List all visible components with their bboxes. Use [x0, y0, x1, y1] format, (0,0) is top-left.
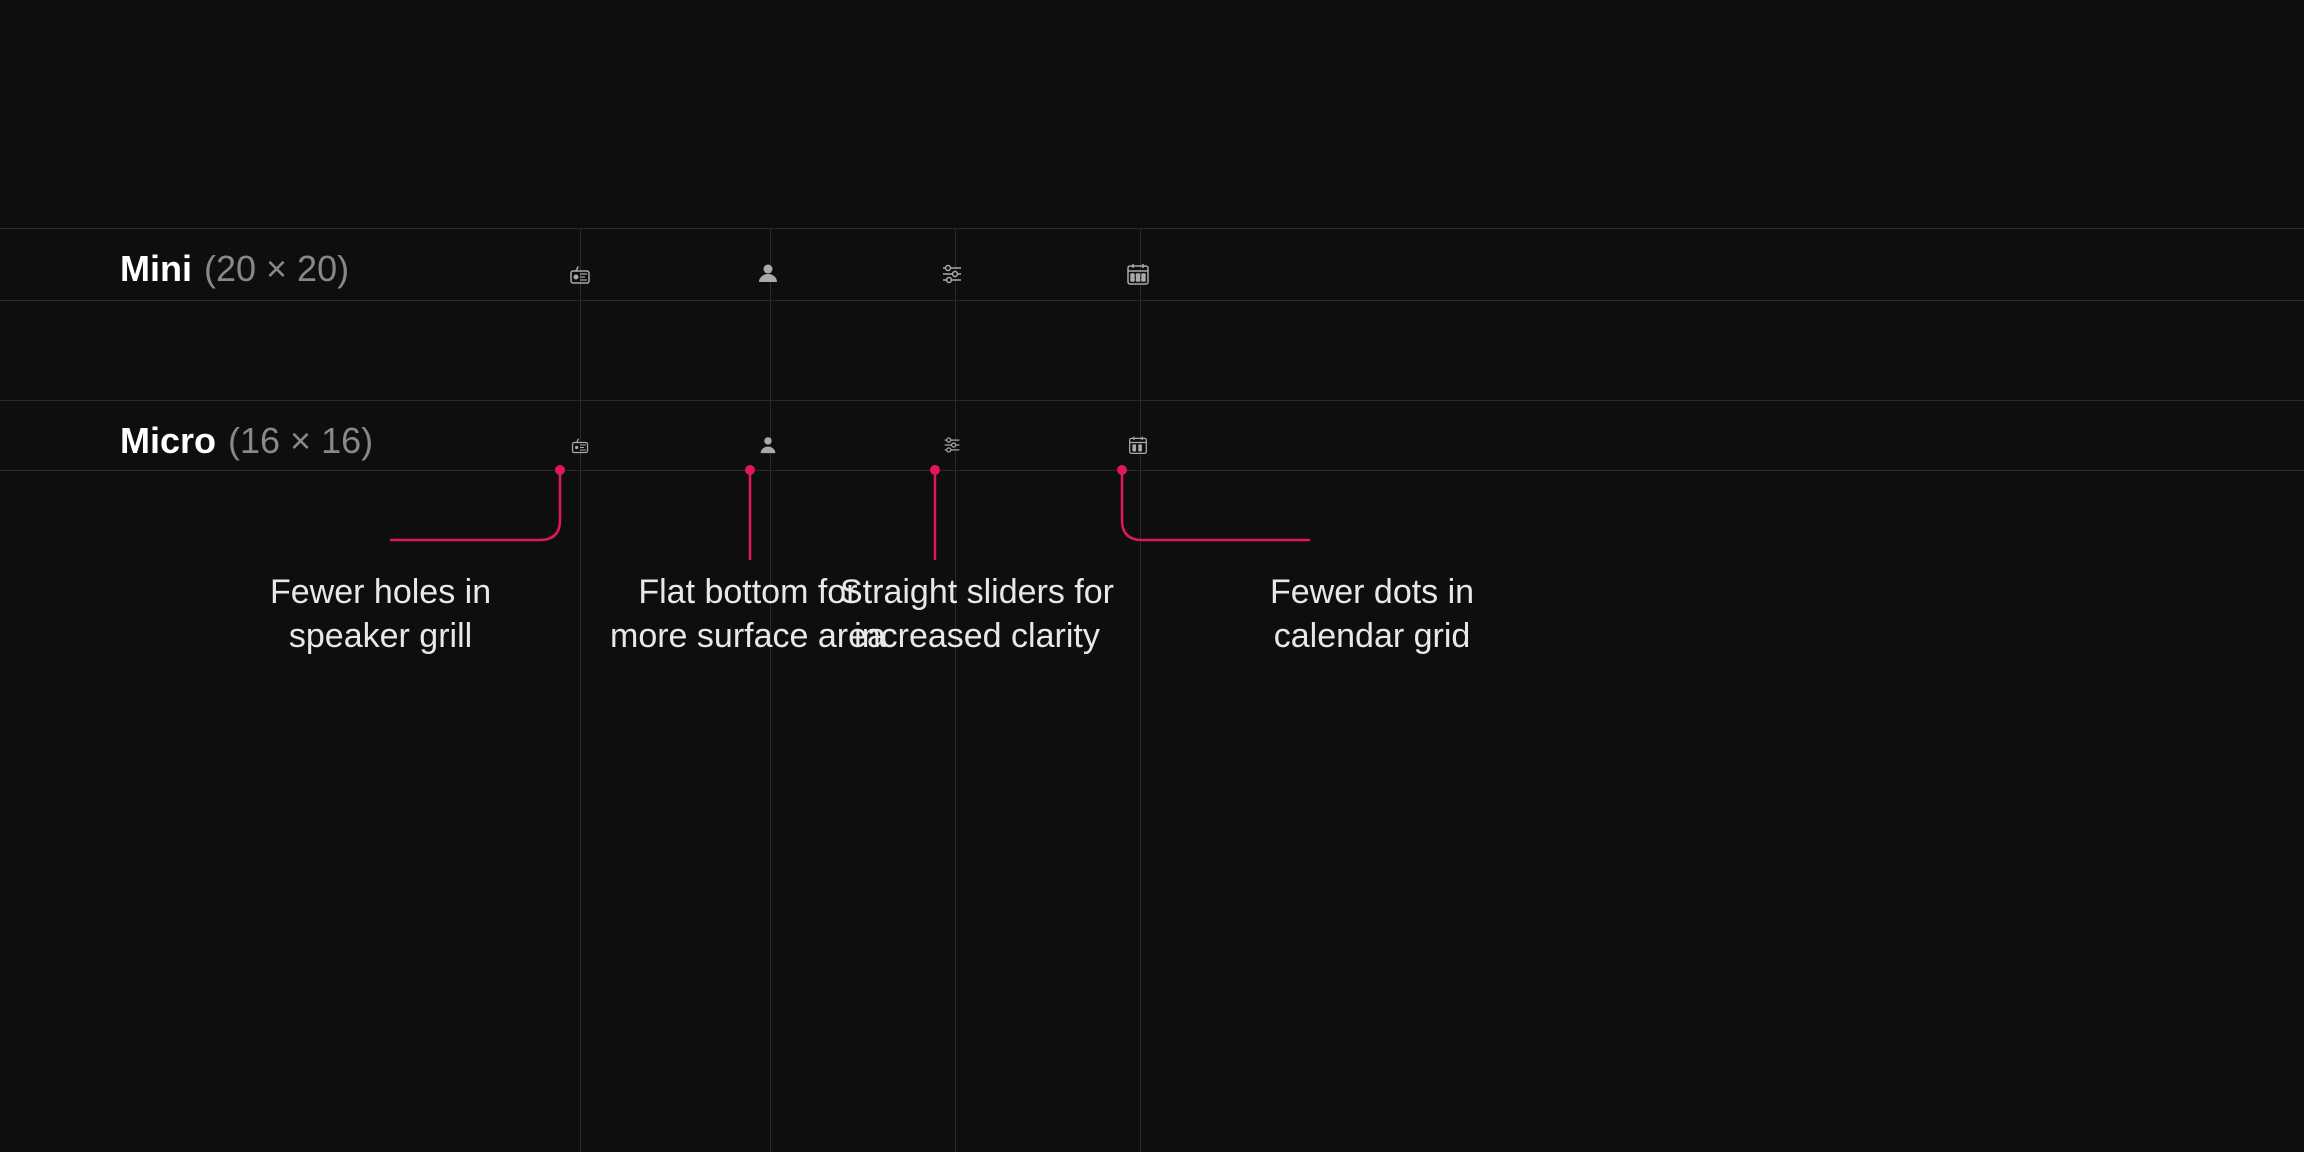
mini-row-label: Mini (20 × 20) [120, 248, 349, 290]
micro-label-bold: Micro [120, 420, 216, 462]
micro-bottom-grid-line [0, 470, 2304, 471]
vline-col3 [955, 228, 956, 1152]
mini-label-muted: (20 × 20) [204, 248, 349, 290]
micro-label-muted: (16 × 16) [228, 420, 373, 462]
micro-top-grid-line [0, 400, 2304, 401]
person-icon-micro [738, 420, 798, 470]
vline-col2 [770, 228, 771, 1152]
radio-icon-mini [550, 248, 610, 300]
annotation-text-radio: Fewer holes in speaker grill [270, 570, 491, 658]
micro-row-label: Micro (16 × 16) [120, 420, 373, 462]
person-icon-mini [738, 248, 798, 300]
radio-icon-micro [550, 420, 610, 470]
calendar-icon-mini [1108, 248, 1168, 300]
mini-top-grid-line [0, 228, 2304, 229]
calendar-icon-micro [1108, 420, 1168, 470]
annotation-text-sliders: Straight sliders for increased clarity [840, 570, 1114, 658]
sliders-icon-mini [922, 248, 982, 300]
vline-col1 [580, 228, 581, 1152]
mini-label-bold: Mini [120, 248, 192, 290]
mini-bottom-grid-line [0, 300, 2304, 301]
vline-col4 [1140, 228, 1141, 1152]
sliders-icon-micro [922, 420, 982, 470]
annotation-text-calendar: Fewer dots in calendar grid [1270, 570, 1474, 658]
